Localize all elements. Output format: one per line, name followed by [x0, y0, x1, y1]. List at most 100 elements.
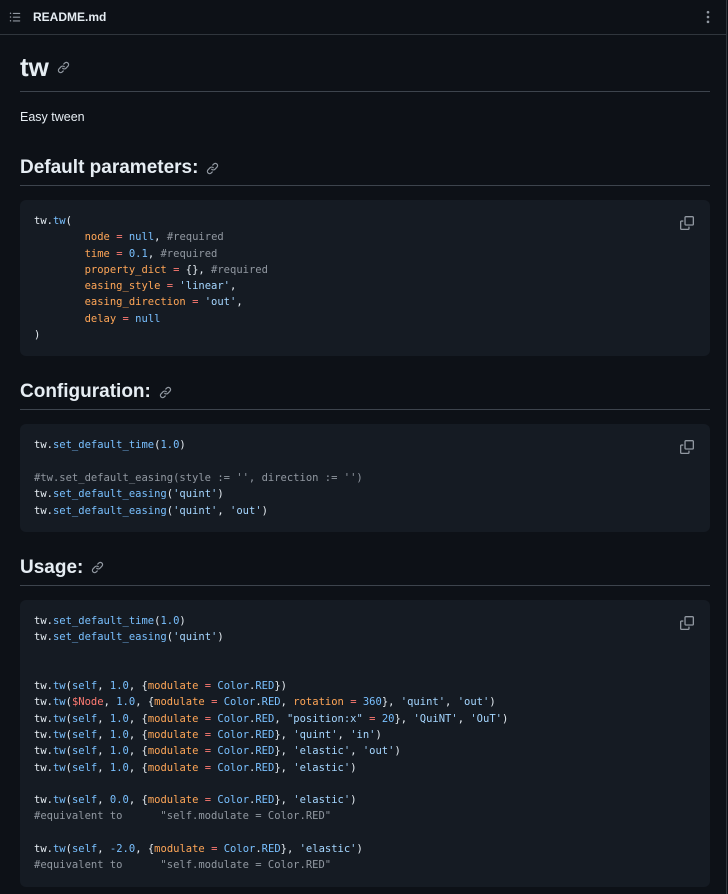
code-token: ) [501, 712, 509, 725]
code-token: 1.0 [109, 680, 129, 693]
code-token: tw [52, 696, 66, 709]
code-token: self [71, 843, 98, 856]
code-token: 360 [362, 696, 382, 709]
code-token: ) [394, 745, 401, 758]
code-token: 'QuiNT' [413, 712, 458, 725]
code-token: , { [128, 712, 148, 725]
code-token: modulate [147, 761, 199, 774]
code-token: tw [52, 712, 66, 725]
code-token: }) [274, 680, 287, 693]
code-token: 'out' [230, 504, 262, 517]
code-token: RED [261, 843, 281, 856]
file-header: README.md [0, 0, 726, 35]
code-token: set_default_easing [52, 631, 167, 644]
code-token: 0.0 [109, 794, 129, 807]
code-token: ( [65, 215, 72, 227]
code-token: }, [274, 745, 294, 758]
code-line: delay = null [34, 311, 696, 327]
code-line: #tw.set_default_easing(style := '', dire… [34, 470, 696, 486]
code-token: , [217, 504, 231, 517]
code-token: RED [255, 728, 275, 741]
code-token: tw. [34, 745, 53, 758]
kebab-horizontal-icon[interactable] [700, 9, 716, 25]
code-token: 0.1 [128, 247, 148, 260]
code-token: 1.0 [160, 614, 180, 627]
code-token: Color [217, 712, 250, 725]
code-token: 'out' [362, 745, 395, 758]
code-token: tw [52, 843, 66, 856]
code-token: , { [128, 761, 148, 774]
code-token: , { [135, 696, 155, 709]
code-token: , { [128, 794, 148, 807]
code-token: , [445, 696, 458, 709]
link-icon[interactable] [206, 162, 219, 175]
code-token: 20 [381, 712, 395, 725]
code-token: self [71, 761, 98, 774]
list-unordered-icon[interactable] [8, 10, 22, 24]
code-token: set_default_easing [52, 488, 167, 501]
code-token: modulate [154, 843, 205, 856]
code-token: self [71, 745, 98, 758]
code-token: RED [261, 696, 281, 709]
code-token: 'elastic' [299, 843, 357, 856]
code-token: 'elastic' [293, 794, 351, 807]
code-token: }, [274, 761, 294, 774]
code-token: ) [350, 761, 357, 774]
code-content: tw.set_default_time(1.0) tw.set_default_e… [34, 613, 696, 874]
link-icon[interactable] [57, 61, 70, 74]
code-block: tw.tw( node = null, #required time = 0.1… [20, 200, 710, 357]
code-token: 1.0 [116, 696, 136, 709]
code-token: , [97, 843, 110, 856]
code-line: ) [34, 327, 696, 343]
code-token: , [236, 296, 243, 309]
code-token: tw. [34, 728, 53, 741]
code-token: , [154, 231, 167, 244]
code-token: , [97, 761, 110, 774]
code-token: 'quint' [173, 631, 218, 644]
code-token: ) [261, 504, 268, 517]
copy-button[interactable] [674, 210, 700, 236]
code-token: tw [52, 680, 66, 693]
copy-button[interactable] [674, 610, 700, 636]
readme-title: tw [20, 49, 710, 92]
code-token: , [280, 696, 294, 709]
link-icon[interactable] [91, 561, 104, 574]
readme-sections: Default parameters: tw.tw( node = null, #… [20, 156, 710, 887]
code-content: tw.tw( node = null, #required time = 0.1… [34, 213, 696, 343]
readme-content: tw Easy tween Default parameters: tw.tw( … [0, 49, 726, 887]
code-token: -2.0 [109, 843, 136, 856]
readme-section: Default parameters: tw.tw( node = null, #… [20, 156, 710, 357]
code-line: tw.tw( [34, 213, 696, 229]
code-token: tw. [34, 504, 53, 517]
code-token: {}, [179, 263, 212, 276]
code-token: $Node [71, 696, 104, 709]
code-line: tw.set_default_easing('quint', 'out') [34, 503, 696, 519]
code-token: , [103, 696, 117, 709]
code-token: node [84, 231, 110, 244]
code-token: ) [350, 794, 357, 807]
code-token: ) [179, 614, 186, 627]
code-token: set_default_easing [52, 504, 167, 517]
code-token: , [274, 712, 287, 725]
link-icon[interactable] [159, 386, 172, 399]
code-token: #tw.set_default_easing(style := '', dire… [34, 471, 363, 484]
code-token: , [97, 745, 110, 758]
code-token: ) [34, 329, 41, 342]
code-line: time = 0.1, #required [34, 246, 696, 262]
code-token: RED [255, 680, 275, 693]
code-token: modulate [147, 745, 199, 758]
code-token: #required [211, 263, 268, 276]
code-token: property_dict [84, 263, 167, 276]
code-token: , [97, 680, 110, 693]
code-token: }, [381, 696, 401, 709]
code-token: easing_direction [84, 296, 186, 309]
code-token: }, [394, 712, 414, 725]
code-token: self [71, 728, 98, 741]
copy-button[interactable] [674, 434, 700, 460]
code-token: RED [255, 794, 275, 807]
code-token: 1.0 [109, 728, 129, 741]
